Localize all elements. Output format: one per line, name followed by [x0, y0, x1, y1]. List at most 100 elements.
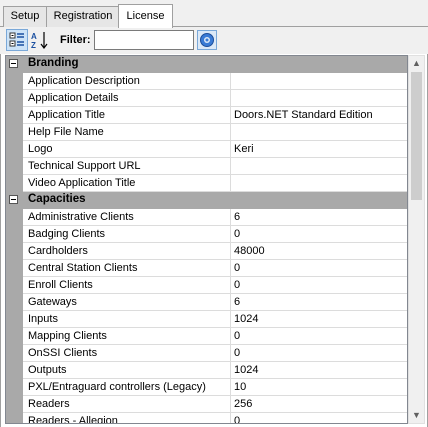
- property-value[interactable]: [231, 158, 407, 175]
- property-value[interactable]: [231, 124, 407, 141]
- property-row[interactable]: Central Station Clients 0: [6, 260, 407, 277]
- row-gutter: [6, 243, 23, 260]
- svg-text:Z: Z: [31, 41, 36, 50]
- category-row[interactable]: Branding: [6, 56, 407, 73]
- row-gutter: [6, 158, 23, 175]
- category-row[interactable]: Capacities: [6, 192, 407, 209]
- property-name[interactable]: Cardholders: [23, 243, 231, 260]
- tab-license[interactable]: License: [118, 4, 173, 28]
- row-gutter: [6, 226, 23, 243]
- property-name[interactable]: Readers - Allegion: [23, 413, 231, 423]
- property-value[interactable]: 0: [231, 413, 407, 423]
- property-name[interactable]: Help File Name: [23, 124, 231, 141]
- property-value[interactable]: [231, 175, 407, 192]
- property-row[interactable]: Help File Name: [6, 124, 407, 141]
- scroll-up-icon[interactable]: ▲: [409, 56, 424, 71]
- property-row[interactable]: Gateways 6: [6, 294, 407, 311]
- property-row[interactable]: OnSSI Clients 0: [6, 345, 407, 362]
- row-gutter: [6, 260, 23, 277]
- collapse-icon[interactable]: [9, 195, 18, 204]
- property-name[interactable]: Readers: [23, 396, 231, 413]
- property-value[interactable]: [231, 90, 407, 107]
- property-row[interactable]: Logo Keri: [6, 141, 407, 158]
- property-row[interactable]: Readers 256: [6, 396, 407, 413]
- property-value[interactable]: 1024: [231, 362, 407, 379]
- property-name[interactable]: PXL/Entraguard controllers (Legacy): [23, 379, 231, 396]
- property-name[interactable]: Application Description: [23, 73, 231, 90]
- help-icon: [200, 33, 214, 47]
- vertical-scrollbar[interactable]: ▲ ▼: [408, 55, 425, 424]
- property-name[interactable]: Application Details: [23, 90, 231, 107]
- property-row[interactable]: Cardholders 48000: [6, 243, 407, 260]
- property-row[interactable]: Mapping Clients 0: [6, 328, 407, 345]
- property-value[interactable]: 0: [231, 226, 407, 243]
- property-row[interactable]: Application Details: [6, 90, 407, 107]
- row-gutter: [6, 124, 23, 141]
- scroll-down-icon[interactable]: ▼: [409, 408, 424, 423]
- filter-input[interactable]: [94, 30, 194, 50]
- property-name[interactable]: Administrative Clients: [23, 209, 231, 226]
- property-name[interactable]: Application Title: [23, 107, 231, 124]
- property-name[interactable]: Badging Clients: [23, 226, 231, 243]
- filter-label: Filter:: [60, 34, 91, 46]
- property-value[interactable]: Doors.NET Standard Edition: [231, 107, 407, 124]
- property-row[interactable]: Outputs 1024: [6, 362, 407, 379]
- property-value[interactable]: 256: [231, 396, 407, 413]
- property-name[interactable]: Enroll Clients: [23, 277, 231, 294]
- row-gutter: [6, 379, 23, 396]
- property-row[interactable]: PXL/Entraguard controllers (Legacy) 10: [6, 379, 407, 396]
- collapse-icon[interactable]: [9, 59, 18, 68]
- row-gutter: [6, 107, 23, 124]
- categorized-view-icon: [9, 32, 24, 47]
- row-gutter: [6, 362, 23, 379]
- tab-registration[interactable]: Registration: [46, 6, 120, 27]
- property-row[interactable]: Inputs 1024: [6, 311, 407, 328]
- property-value[interactable]: Keri: [231, 141, 407, 158]
- row-gutter: [6, 345, 23, 362]
- property-name[interactable]: OnSSI Clients: [23, 345, 231, 362]
- categorized-view-button[interactable]: [6, 29, 28, 51]
- row-gutter: [6, 175, 23, 192]
- row-gutter: [6, 294, 23, 311]
- help-button[interactable]: [197, 30, 217, 50]
- row-gutter: [6, 277, 23, 294]
- property-name[interactable]: Video Application Title: [23, 175, 231, 192]
- property-value[interactable]: 0: [231, 328, 407, 345]
- property-name[interactable]: Mapping Clients: [23, 328, 231, 345]
- property-value[interactable]: 48000: [231, 243, 407, 260]
- category-label: Branding: [28, 57, 79, 69]
- property-value[interactable]: [231, 73, 407, 90]
- property-name[interactable]: Logo: [23, 141, 231, 158]
- scroll-thumb[interactable]: [411, 72, 422, 200]
- tab-strip: Setup Registration License: [0, 0, 428, 28]
- category-label: Capacities: [28, 193, 86, 205]
- property-row[interactable]: Technical Support URL: [6, 158, 407, 175]
- property-row[interactable]: Readers - Allegion 0: [6, 413, 407, 423]
- property-row[interactable]: Badging Clients 0: [6, 226, 407, 243]
- property-row[interactable]: Application Description: [6, 73, 407, 90]
- property-row[interactable]: Video Application Title: [6, 175, 407, 192]
- row-gutter: [6, 141, 23, 158]
- property-value[interactable]: 6: [231, 294, 407, 311]
- property-name[interactable]: Outputs: [23, 362, 231, 379]
- property-row[interactable]: Application Title Doors.NET Standard Edit…: [6, 107, 407, 124]
- alphabetical-sort-button[interactable]: A Z: [29, 29, 51, 51]
- property-name[interactable]: Gateways: [23, 294, 231, 311]
- property-name[interactable]: Technical Support URL: [23, 158, 231, 175]
- property-grid[interactable]: Branding Application Description Applicati…: [5, 55, 408, 424]
- tab-setup[interactable]: Setup: [3, 6, 47, 27]
- property-value[interactable]: 6: [231, 209, 407, 226]
- property-value[interactable]: 10: [231, 379, 407, 396]
- property-row[interactable]: Administrative Clients 6: [6, 209, 407, 226]
- property-name[interactable]: Inputs: [23, 311, 231, 328]
- sort-alphabetical-icon: A Z: [31, 32, 48, 50]
- row-gutter: [6, 73, 23, 90]
- property-value[interactable]: 0: [231, 277, 407, 294]
- property-value[interactable]: 1024: [231, 311, 407, 328]
- row-gutter: [6, 90, 23, 107]
- property-value[interactable]: 0: [231, 260, 407, 277]
- property-name[interactable]: Central Station Clients: [23, 260, 231, 277]
- property-row[interactable]: Enroll Clients 0: [6, 277, 407, 294]
- property-value[interactable]: 0: [231, 345, 407, 362]
- row-gutter: [6, 311, 23, 328]
